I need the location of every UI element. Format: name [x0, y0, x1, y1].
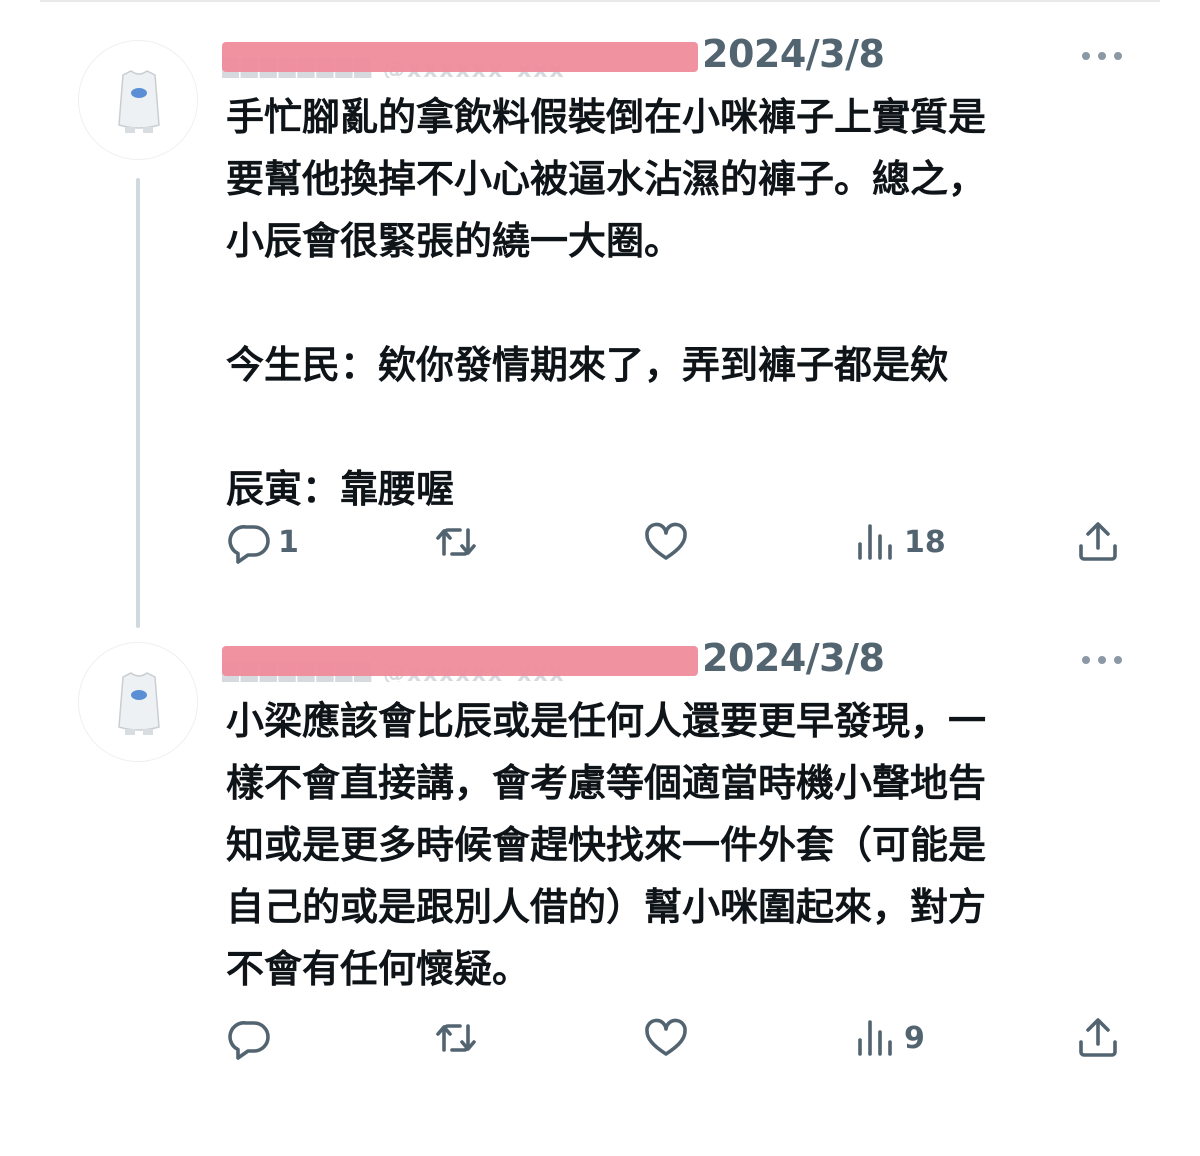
- share-upload-icon: [1079, 1018, 1117, 1057]
- views-button[interactable]: 9: [852, 1014, 925, 1062]
- tweet-actions: 9: [226, 1014, 1126, 1062]
- more-dots-icon[interactable]: [1080, 650, 1128, 670]
- share-button[interactable]: [1074, 1014, 1122, 1062]
- heart-icon: [645, 522, 687, 560]
- tweet-date[interactable]: 2024/3/8: [702, 636, 885, 680]
- avatar[interactable]: [78, 642, 198, 762]
- retweet-icon: [436, 1024, 476, 1052]
- retweet-icon: [436, 528, 476, 556]
- avatar-image: [79, 41, 197, 159]
- like-button[interactable]: [642, 1014, 690, 1062]
- share-upload-icon: [1079, 522, 1117, 561]
- reply-count: 1: [278, 524, 299, 560]
- views-bar-chart-icon: [858, 524, 892, 560]
- retweet-button[interactable]: [432, 518, 480, 566]
- redacted-username: [222, 646, 698, 676]
- tweet-2[interactable]: ████████ @xxxxxx_xxx 2024/3/8 小梁應該會比辰或是任…: [0, 604, 1200, 1156]
- tweet-date[interactable]: 2024/3/8: [702, 32, 885, 76]
- tweet-header: ████████ @xxxxxx_xxx 2024/3/8: [222, 28, 1132, 84]
- share-button[interactable]: [1074, 518, 1122, 566]
- redacted-username: [222, 42, 698, 72]
- views-count: 9: [904, 1020, 925, 1056]
- tweet-1[interactable]: ████████ @xxxxxx_xxx 2024/3/8 手忙腳亂的拿飲料假裝…: [0, 0, 1200, 600]
- retweet-button[interactable]: [432, 1014, 480, 1062]
- tweet-actions: 1 18: [226, 518, 1126, 566]
- tweet-header: ████████ @xxxxxx_xxx 2024/3/8: [222, 632, 1132, 688]
- reply-button[interactable]: [226, 1014, 278, 1062]
- tweet-text: 小梁應該會比辰或是任何人還要更早發現，一 樣不會直接講，會考慮等個適當時機小聲地…: [226, 699, 987, 991]
- reply-bubble-icon: [228, 525, 270, 564]
- avatar-image: [79, 643, 197, 761]
- reply-button[interactable]: 1: [226, 518, 299, 566]
- views-count: 18: [904, 524, 946, 560]
- heart-icon: [645, 1018, 687, 1056]
- more-dots-icon[interactable]: [1080, 46, 1128, 66]
- tweet-text: 手忙腳亂的拿飲料假裝倒在小咪褲子上實質是 要幫他換掉不小心被逼水沾濕的褲子。總之…: [226, 95, 987, 511]
- views-button[interactable]: 18: [852, 518, 946, 566]
- views-bar-chart-icon: [858, 1020, 892, 1056]
- reply-bubble-icon: [228, 1021, 270, 1060]
- avatar[interactable]: [78, 40, 198, 160]
- like-button[interactable]: [642, 518, 690, 566]
